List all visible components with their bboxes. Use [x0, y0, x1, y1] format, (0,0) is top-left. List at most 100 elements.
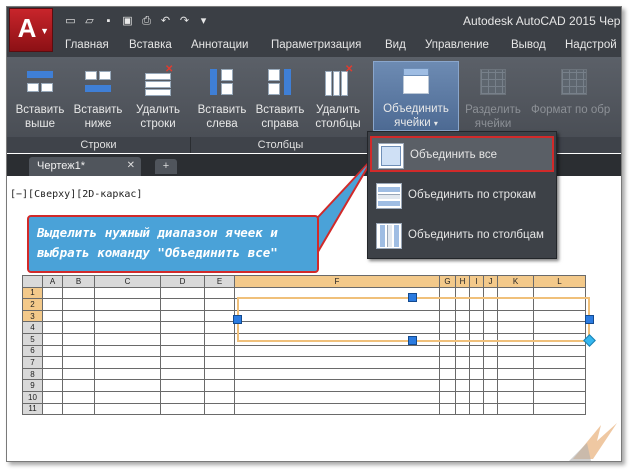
- table-cell[interactable]: [455, 402, 470, 416]
- table-cell[interactable]: [497, 332, 534, 346]
- table-cell[interactable]: [533, 321, 586, 334]
- table-cell[interactable]: [160, 321, 205, 334]
- table-cell[interactable]: [469, 286, 484, 300]
- table-cell[interactable]: [455, 309, 470, 323]
- table-cell[interactable]: [62, 321, 95, 334]
- table-cell[interactable]: [42, 309, 63, 323]
- row-header[interactable]: 2: [22, 298, 43, 311]
- col-header-h[interactable]: H: [455, 275, 470, 288]
- table-cell[interactable]: [469, 332, 484, 346]
- table-cell[interactable]: [204, 367, 235, 381]
- row-header[interactable]: 7: [22, 356, 43, 369]
- table-cell[interactable]: [94, 390, 161, 404]
- table-cell[interactable]: [204, 332, 235, 346]
- table-cell[interactable]: [160, 332, 205, 346]
- table-cell[interactable]: [94, 356, 161, 369]
- table-cell[interactable]: [160, 379, 205, 392]
- table-cell[interactable]: [62, 402, 95, 416]
- customize-icon[interactable]: ▾: [196, 14, 211, 28]
- table-cell[interactable]: [483, 298, 498, 311]
- tab-output[interactable]: Вывод: [511, 39, 546, 51]
- table-cell[interactable]: [62, 367, 95, 381]
- table-cell[interactable]: [469, 321, 484, 334]
- table-cell[interactable]: [94, 379, 161, 392]
- col-header-e[interactable]: E: [204, 275, 235, 288]
- delete-columns-button[interactable]: ✕ Удалить столбцы: [309, 63, 367, 135]
- save-as-icon[interactable]: ▣: [120, 14, 135, 28]
- grip-right[interactable]: [585, 315, 594, 324]
- table-cell[interactable]: [497, 390, 534, 404]
- table-cell[interactable]: [94, 298, 161, 311]
- table-cell[interactable]: [94, 367, 161, 381]
- col-header-l[interactable]: L: [533, 275, 586, 288]
- table-cell[interactable]: [94, 309, 161, 323]
- viewport-controls[interactable]: [−][Сверху][2D-каркас]: [10, 189, 142, 200]
- row-header[interactable]: 4: [22, 321, 43, 334]
- table-cell[interactable]: [497, 321, 534, 334]
- table-cell[interactable]: [42, 379, 63, 392]
- save-icon[interactable]: ▪: [101, 14, 116, 28]
- table-cell[interactable]: [160, 356, 205, 369]
- row-header[interactable]: 10: [22, 390, 43, 404]
- table-cell[interactable]: [497, 298, 534, 311]
- table-cell[interactable]: [204, 286, 235, 300]
- table-cell[interactable]: [160, 367, 205, 381]
- table-cell[interactable]: [533, 332, 586, 346]
- table-cell[interactable]: [497, 379, 534, 392]
- table-cell[interactable]: [42, 356, 63, 369]
- merge-cells-button[interactable]: Объединить ячейки ▾: [373, 61, 459, 131]
- tab-view[interactable]: Вид: [385, 39, 406, 51]
- table-cell[interactable]: [533, 356, 586, 369]
- table-cell[interactable]: [533, 379, 586, 392]
- col-header-k[interactable]: K: [497, 275, 534, 288]
- row-header[interactable]: 8: [22, 367, 43, 381]
- grip-left[interactable]: [233, 315, 242, 324]
- table-cell[interactable]: [234, 344, 440, 358]
- table-cell[interactable]: [483, 390, 498, 404]
- table-cell[interactable]: [160, 344, 205, 358]
- table-cell[interactable]: [160, 309, 205, 323]
- table-cell[interactable]: [483, 402, 498, 416]
- table-cell[interactable]: [204, 344, 235, 358]
- table-cell[interactable]: [234, 390, 440, 404]
- open-icon[interactable]: ▱: [82, 14, 97, 28]
- table-cell[interactable]: [497, 344, 534, 358]
- table-cell[interactable]: [160, 390, 205, 404]
- merge-by-rows-item[interactable]: Объединить по строкам: [370, 178, 554, 214]
- table-cell[interactable]: [160, 298, 205, 311]
- table-cell[interactable]: [62, 309, 95, 323]
- col-header-f[interactable]: F: [234, 275, 440, 288]
- table-cell[interactable]: [533, 344, 586, 358]
- table-cell[interactable]: [497, 309, 534, 323]
- col-header-a[interactable]: A: [42, 275, 63, 288]
- undo-icon[interactable]: ↶: [158, 14, 173, 28]
- col-header-c[interactable]: C: [94, 275, 161, 288]
- table-cell[interactable]: [469, 356, 484, 369]
- table-cell[interactable]: [234, 321, 440, 334]
- new-icon[interactable]: ▭: [63, 14, 78, 28]
- table-cell[interactable]: [94, 344, 161, 358]
- insert-right-button[interactable]: Вставить справа: [251, 63, 309, 135]
- table-cell[interactable]: [42, 298, 63, 311]
- col-header-b[interactable]: B: [62, 275, 95, 288]
- table-cell[interactable]: [204, 298, 235, 311]
- row-header[interactable]: 5: [22, 332, 43, 346]
- table-cell[interactable]: [42, 286, 63, 300]
- table-cell[interactable]: [234, 402, 440, 416]
- table-cell[interactable]: [439, 402, 456, 416]
- table-cell[interactable]: [439, 321, 456, 334]
- insert-left-button[interactable]: Вставить слева: [193, 63, 251, 135]
- table-cell[interactable]: [234, 309, 440, 323]
- table-cell[interactable]: [439, 356, 456, 369]
- table-cell[interactable]: [204, 356, 235, 369]
- col-header-g[interactable]: G: [439, 275, 456, 288]
- col-header-j[interactable]: J: [483, 275, 498, 288]
- table-cell[interactable]: [439, 298, 456, 311]
- tab-parametric[interactable]: Параметризация: [271, 39, 361, 51]
- table-cell[interactable]: [42, 344, 63, 358]
- table-cell[interactable]: [469, 379, 484, 392]
- table-cell[interactable]: [234, 356, 440, 369]
- table-cell[interactable]: [497, 367, 534, 381]
- row-header[interactable]: 6: [22, 344, 43, 358]
- application-menu-button[interactable]: A ▼: [9, 8, 53, 52]
